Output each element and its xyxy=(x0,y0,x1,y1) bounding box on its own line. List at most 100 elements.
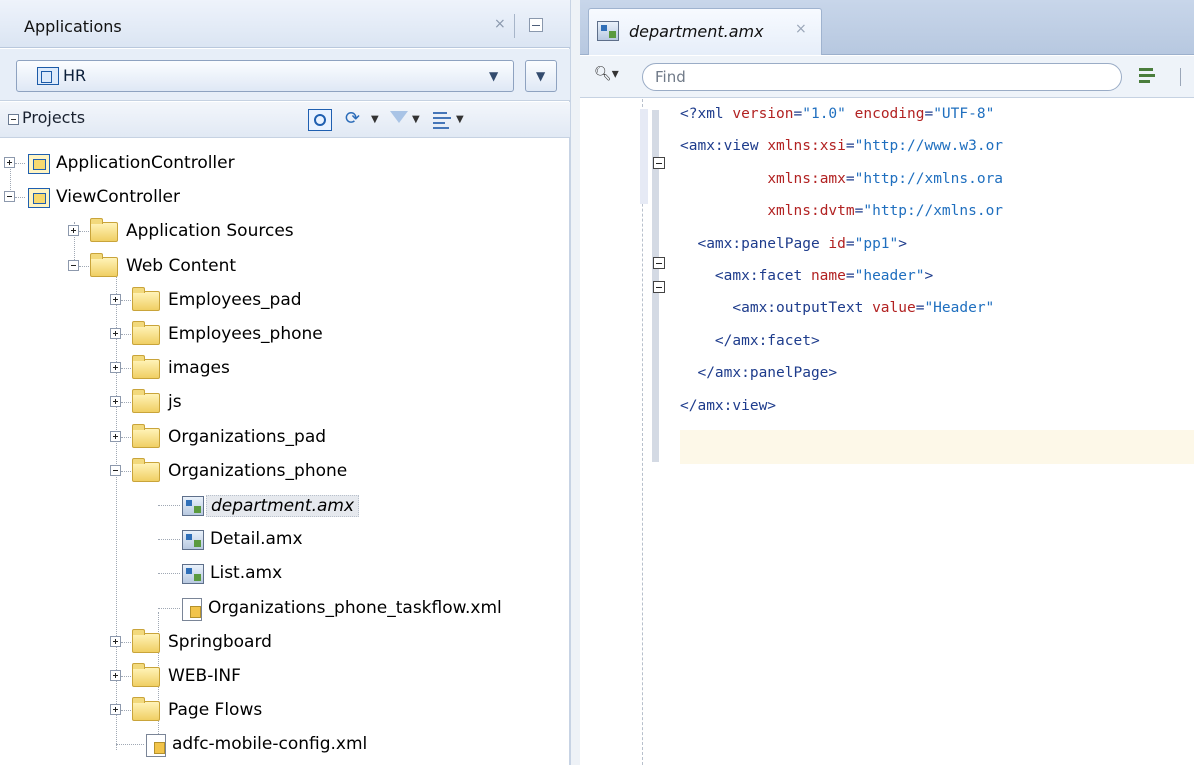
tree-row[interactable]: ViewController xyxy=(0,180,570,214)
tree-row[interactable]: WEB-INF xyxy=(0,659,570,693)
folder-icon xyxy=(132,457,160,482)
expand-icon[interactable] xyxy=(110,704,121,716)
toolbar-divider xyxy=(1180,68,1181,86)
tree-row[interactable]: Application Sources xyxy=(0,214,570,248)
tree-row[interactable]: Springboard xyxy=(0,625,570,659)
find-in-navigator-icon[interactable] xyxy=(308,109,332,131)
code-token: xmlns:xsi xyxy=(767,138,846,155)
tree-row[interactable]: adfc-mobile-config.xml xyxy=(0,727,570,761)
amx-file-icon xyxy=(182,496,204,516)
code-token: = xyxy=(793,106,803,122)
code-line: <amx:facet name="header"> xyxy=(680,261,933,291)
chevron-down-icon[interactable]: ▼ xyxy=(371,109,381,131)
fold-toggle-icon[interactable] xyxy=(653,157,665,169)
code-editor[interactable]: <?xml version="1.0" encoding="UTF-8" <amx… xyxy=(580,99,1194,765)
tree-item-label: js xyxy=(168,392,182,413)
tree-item-label: images xyxy=(168,358,230,379)
close-icon[interactable]: × xyxy=(795,21,807,37)
code-token: "http://xmlns.or xyxy=(863,203,1004,220)
minimize-icon[interactable] xyxy=(529,18,543,32)
filter-icon[interactable] xyxy=(388,109,412,131)
tree-row[interactable]: department.amx xyxy=(0,488,570,522)
tree-row[interactable]: Organizations_pad xyxy=(0,420,570,454)
close-icon[interactable]: × xyxy=(494,16,506,32)
code-token: = xyxy=(845,138,855,155)
tree-item-label: Organizations_phone_taskflow.xml xyxy=(208,597,502,618)
expand-icon[interactable] xyxy=(110,670,121,681)
fold-toggle-icon[interactable] xyxy=(653,281,665,293)
project-tree: ApplicationController ViewController Appli… xyxy=(0,140,570,765)
tree-row[interactable]: Detail.amx xyxy=(0,522,570,556)
code-token: "Header" xyxy=(924,300,995,317)
code-token: "1.0" xyxy=(802,106,846,122)
tree-row[interactable]: Page Flows xyxy=(0,693,570,727)
expand-icon[interactable] xyxy=(110,328,121,339)
application-combo[interactable]: HR ▼ xyxy=(16,60,514,92)
projects-label: Projects xyxy=(22,108,86,127)
collapse-icon[interactable] xyxy=(110,464,121,476)
collapse-icon[interactable] xyxy=(4,191,15,203)
code-line: <amx:view xmlns:xsi="http://www.w3.or xyxy=(680,131,1003,161)
chevron-down-icon[interactable]: ▼ xyxy=(489,69,498,83)
tree-guide-line xyxy=(121,710,131,712)
code-token: "pp1" xyxy=(854,235,899,252)
chevron-down-icon[interactable]: ▼ xyxy=(412,109,422,131)
chevron-down-icon[interactable]: ▼ xyxy=(456,109,466,131)
tree-guide-line xyxy=(121,299,131,301)
sync-icon[interactable]: ⟳ xyxy=(345,109,369,131)
tree-row[interactable]: List.amx xyxy=(0,556,570,590)
collapse-icon[interactable] xyxy=(68,259,79,271)
tree-row[interactable]: Employees_phone xyxy=(0,317,570,351)
code-token: = xyxy=(845,170,855,187)
applications-header: Applications × xyxy=(0,0,570,48)
tree-guide-line xyxy=(121,641,131,643)
code-token: id xyxy=(828,235,846,252)
tree-item-label: Employees_pad xyxy=(168,289,302,310)
expand-icon[interactable] xyxy=(4,157,15,168)
tree-guide-line xyxy=(121,676,131,677)
folder-icon xyxy=(132,663,160,687)
tree-row[interactable]: Organizations_phone_taskflow.xml xyxy=(0,591,570,625)
expand-icon[interactable] xyxy=(110,293,121,305)
folder-icon xyxy=(132,697,160,722)
tree-guide-line xyxy=(15,197,25,199)
find-input[interactable] xyxy=(642,63,1122,91)
expand-icon[interactable] xyxy=(110,396,121,408)
search-icon[interactable]: 🔍︎▾ xyxy=(594,66,619,82)
navigator-scrollbar[interactable] xyxy=(570,0,580,765)
application-menu-button[interactable]: ▼ xyxy=(525,60,557,92)
code-line: </amx:facet> xyxy=(680,326,820,356)
tree-item-label: List.amx xyxy=(210,563,283,584)
tree-row[interactable]: Organizations_phone xyxy=(0,454,570,488)
application-icon xyxy=(37,67,59,85)
tree-row[interactable]: ApplicationController xyxy=(0,146,570,180)
current-line-highlight xyxy=(680,430,1194,464)
collapse-icon[interactable] xyxy=(8,114,19,125)
expand-icon[interactable] xyxy=(110,430,121,442)
folder-icon xyxy=(132,321,160,345)
code-line: <amx:panelPage id="pp1"> xyxy=(680,229,907,259)
tree-row[interactable]: images xyxy=(0,351,570,385)
tree-row[interactable]: Web Content xyxy=(0,249,570,283)
tree-row[interactable]: Employees_pad xyxy=(0,283,570,317)
tab-department-amx[interactable]: department.amx × xyxy=(588,8,822,55)
application-selector-row: HR ▼ ▼ xyxy=(0,49,570,101)
editor-tab-strip: department.amx × xyxy=(580,0,1194,55)
code-token: "UTF-8" xyxy=(933,106,995,122)
expand-icon[interactable] xyxy=(110,635,121,647)
folder-icon xyxy=(132,286,160,311)
tree-layout-icon[interactable] xyxy=(430,109,454,131)
fold-toggle-icon[interactable] xyxy=(653,257,665,269)
project-icon xyxy=(28,188,50,209)
tree-row[interactable]: js xyxy=(0,385,570,419)
code-token: encoding xyxy=(854,106,925,122)
code-token: </amx:panelPage> xyxy=(680,365,838,382)
tree-item-label: Employees_phone xyxy=(168,324,323,344)
tree-guide-line xyxy=(79,231,89,233)
source-tool-icon[interactable] xyxy=(1137,66,1157,86)
code-token: xmlns:dvtm xyxy=(767,203,855,220)
tree-item-label: ApplicationController xyxy=(56,153,235,173)
applications-title: Applications xyxy=(24,17,122,36)
expand-icon[interactable] xyxy=(110,362,121,374)
expand-icon[interactable] xyxy=(68,225,79,237)
